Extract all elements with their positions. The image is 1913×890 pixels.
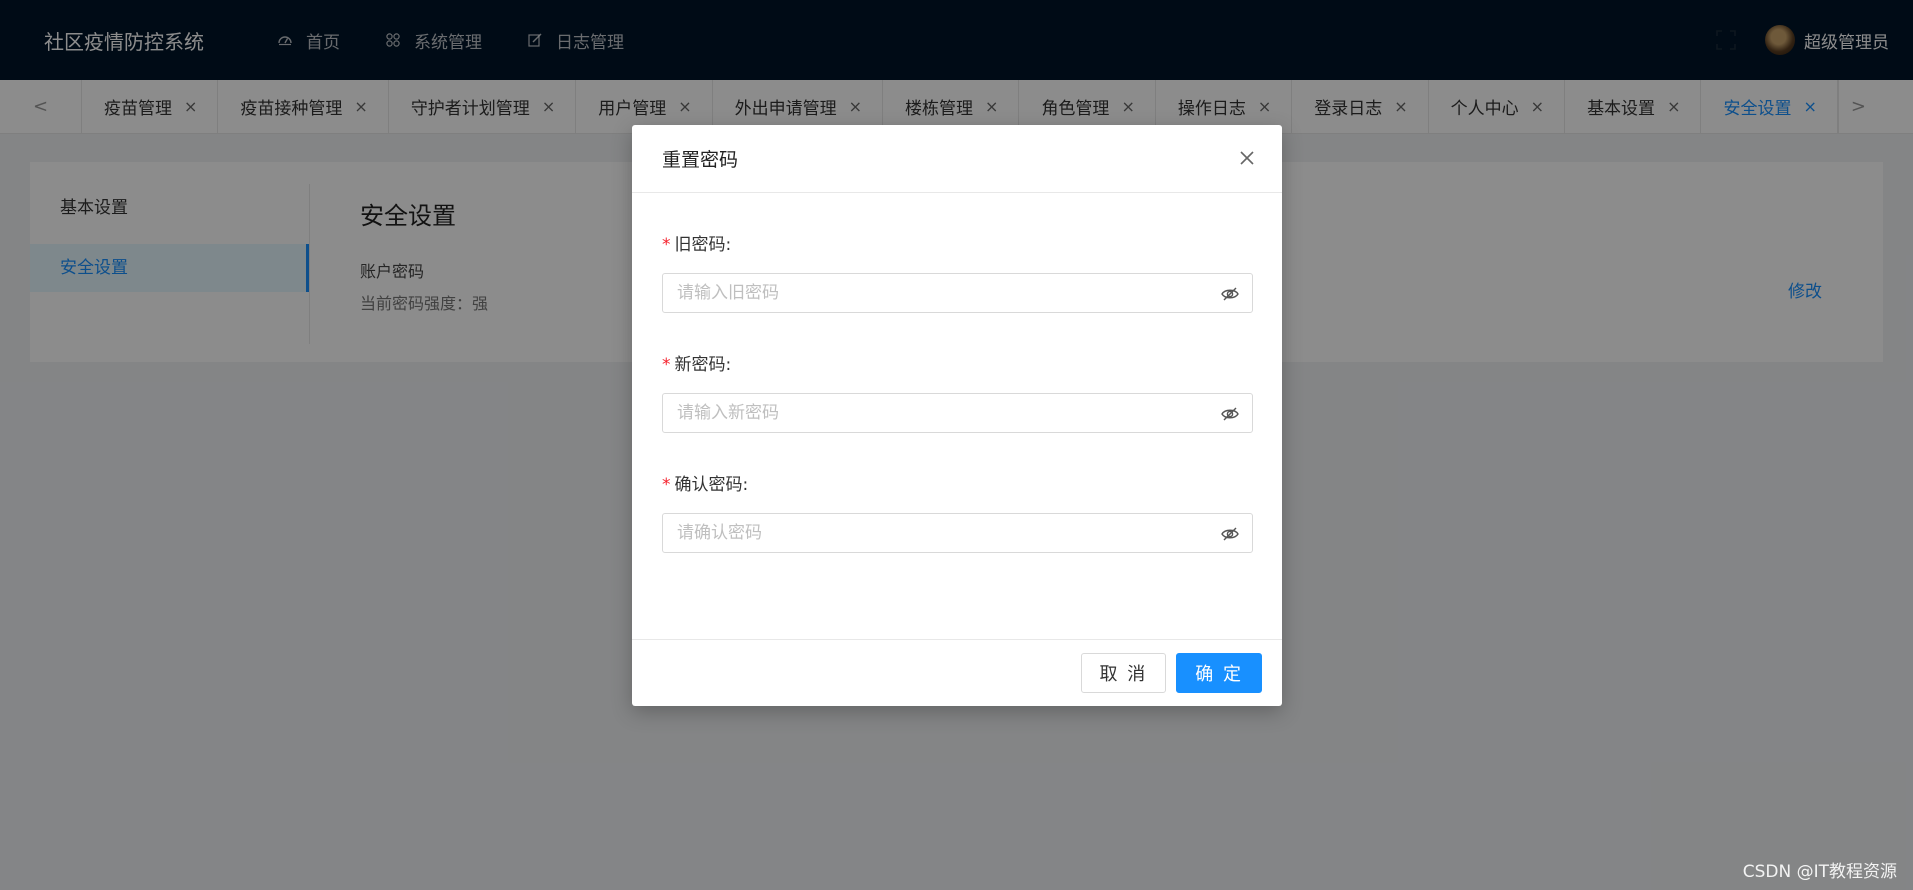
- cancel-button[interactable]: 取 消: [1080, 653, 1167, 693]
- confirm-password-input[interactable]: [663, 514, 1252, 552]
- form-item-old-password: * 旧密码:: [662, 233, 1253, 313]
- confirm-button[interactable]: 确 定: [1176, 653, 1262, 693]
- old-password-wrapper: [662, 273, 1253, 313]
- confirm-password-wrapper: [662, 513, 1253, 553]
- modal-title: 重置密码: [662, 149, 739, 171]
- eye-invisible-icon[interactable]: [1220, 284, 1240, 304]
- new-password-wrapper: [662, 393, 1253, 433]
- label-text: 确认密码:: [674, 475, 749, 495]
- reset-password-form: * 旧密码: * 新密码: * 确认密码:: [632, 193, 1282, 553]
- eye-invisible-icon[interactable]: [1220, 404, 1240, 424]
- close-icon[interactable]: [1236, 147, 1258, 169]
- required-mark: *: [662, 355, 671, 375]
- modal-header: 重置密码: [632, 125, 1282, 193]
- form-item-confirm-password: * 确认密码:: [662, 473, 1253, 553]
- old-password-label: * 旧密码:: [662, 233, 1252, 257]
- required-mark: *: [662, 475, 671, 495]
- confirm-password-label: * 确认密码:: [662, 473, 1252, 497]
- required-mark: *: [662, 235, 671, 255]
- label-text: 旧密码:: [674, 235, 732, 255]
- eye-invisible-icon[interactable]: [1220, 524, 1240, 544]
- old-password-input[interactable]: [663, 274, 1252, 312]
- label-text: 新密码:: [674, 355, 732, 375]
- reset-password-modal: 重置密码 * 旧密码: * 新密码: * 确认密码: 取 消 确 定: [632, 125, 1282, 706]
- watermark: CSDN @IT教程资源: [1742, 862, 1897, 882]
- form-item-new-password: * 新密码:: [662, 353, 1253, 433]
- modal-footer: 取 消 确 定: [632, 639, 1282, 706]
- new-password-label: * 新密码:: [662, 353, 1252, 377]
- new-password-input[interactable]: [663, 394, 1252, 432]
